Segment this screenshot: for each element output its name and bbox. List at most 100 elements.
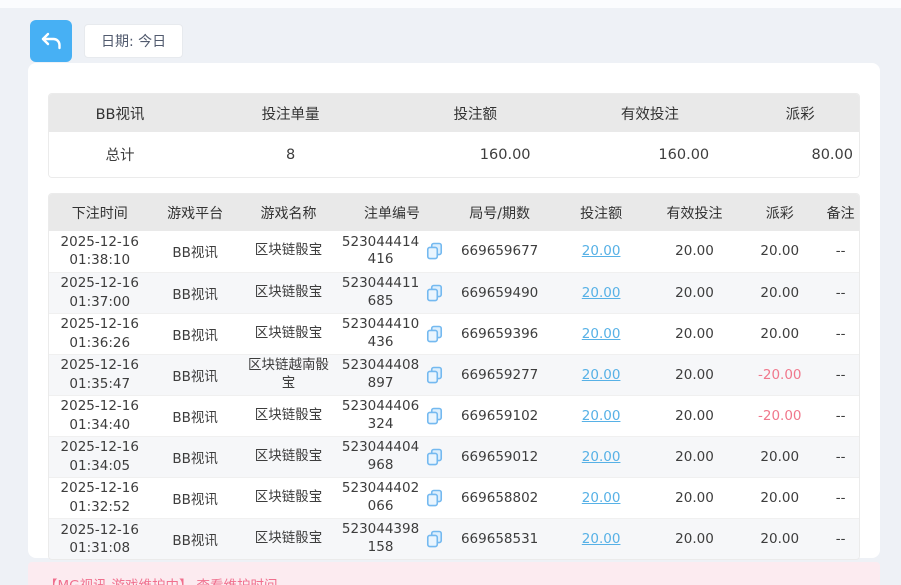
bet-amount-link[interactable]: 20.00 [582,243,621,259]
summary-table: BB视讯 投注单量 投注额 有效投注 派彩 总计 8 160.00 160.00… [48,93,860,178]
order-no-value: 523044404968 [341,439,421,474]
bet-amount-cell: 20.00 [552,313,649,354]
round-no-cell: 669659012 [447,436,553,477]
bet-amount-link[interactable]: 20.00 [582,490,621,506]
valid-bet-cell: 20.00 [650,313,739,354]
note-cell: -- [820,231,860,272]
note-cell: -- [820,354,860,395]
copy-icon[interactable] [425,447,444,467]
platform-cell: BB视讯 [151,313,240,354]
date-filter-chip[interactable]: 日期: 今日 [84,24,183,58]
summary-total-bet: 160.00 [390,132,561,177]
copy-icon[interactable] [425,324,444,344]
note-cell: -- [820,436,860,477]
round-no-cell: 669659102 [447,395,553,436]
valid-bet-cell: 20.00 [650,354,739,395]
bet-time-cell: 2025-12-16 01:35:47 [49,354,151,395]
order-no-value: 523044411685 [341,275,421,310]
col-header-note: 备注 [820,194,860,231]
summary-total-label: 总计 [49,132,191,177]
payout-cell: 20.00 [739,272,820,313]
order-no-cell: 523044408897 [337,354,447,395]
round-no-cell: 669659396 [447,313,553,354]
valid-bet-cell: 20.00 [650,436,739,477]
game-name-cell: 区块链骰宝 [240,231,337,272]
bet-amount-cell: 20.00 [552,272,649,313]
round-no-cell: 669659277 [447,354,553,395]
order-no-cell: 523044410436 [337,313,447,354]
table-row: 2025-12-16 01:36:26 BB视讯 区块链骰宝 523044410… [49,313,860,354]
summary-header-bet-count: 投注单量 [191,94,390,132]
payout-cell: 20.00 [739,436,820,477]
bet-amount-link[interactable]: 20.00 [582,326,621,342]
copy-icon[interactable] [425,406,444,426]
date-filter-label: 日期: 今日 [101,31,166,51]
copy-icon[interactable] [425,365,444,385]
copy-icon[interactable] [425,488,444,508]
bet-time-cell: 2025-12-16 01:31:08 [49,518,151,559]
back-button[interactable] [30,20,72,62]
summary-header-platform: BB视讯 [49,94,191,132]
copy-icon[interactable] [425,241,444,261]
back-arrow-icon [39,29,63,53]
order-no-value: 523044398158 [341,521,421,556]
toolbar: 日期: 今日 [30,20,183,62]
round-no-cell: 669659490 [447,272,553,313]
summary-total-valid: 160.00 [561,132,740,177]
bet-time-cell: 2025-12-16 01:32:52 [49,477,151,518]
records-header-row: 下注时间 游戏平台 游戏名称 注单编号 局号/期数 投注额 有效投注 派彩 备注 [49,194,860,231]
col-header-payout: 派彩 [739,194,820,231]
platform-cell: BB视讯 [151,231,240,272]
valid-bet-cell: 20.00 [650,272,739,313]
col-header-order-no: 注单编号 [337,194,447,231]
game-name-cell: 区块链骰宝 [240,395,337,436]
col-header-round-no: 局号/期数 [447,194,553,231]
copy-icon[interactable] [425,283,444,303]
table-row: 2025-12-16 01:34:05 BB视讯 区块链骰宝 523044404… [49,436,860,477]
bet-amount-link[interactable]: 20.00 [582,449,621,465]
table-row: 2025-12-16 01:38:10 BB视讯 区块链骰宝 523044414… [49,231,860,272]
records-body: 2025-12-16 01:38:10 BB视讯 区块链骰宝 523044414… [49,231,860,559]
valid-bet-cell: 20.00 [650,231,739,272]
col-header-bet-time: 下注时间 [49,194,151,231]
col-header-bet-amount: 投注额 [552,194,649,231]
game-name-cell: 区块链骰宝 [240,313,337,354]
top-strip [0,0,901,8]
order-no-value: 523044410436 [341,316,421,351]
valid-bet-cell: 20.00 [650,395,739,436]
note-cell: -- [820,477,860,518]
maintenance-link[interactable]: 查看维护时间 [196,574,277,585]
summary-header-payout: 派彩 [739,94,860,132]
maintenance-notice: 【MG视讯-游戏维护中】 [44,574,192,585]
platform-cell: BB视讯 [151,395,240,436]
order-no-value: 523044408897 [341,357,421,392]
maintenance-banner: 【MG视讯-游戏维护中】 查看维护时间 [28,562,880,585]
records-table: 下注时间 游戏平台 游戏名称 注单编号 局号/期数 投注额 有效投注 派彩 备注… [48,193,860,560]
order-no-cell: 523044406324 [337,395,447,436]
order-no-cell: 523044414416 [337,231,447,272]
summary-header-bet-amount: 投注额 [390,94,561,132]
bet-amount-cell: 20.00 [552,477,649,518]
valid-bet-cell: 20.00 [650,518,739,559]
col-header-platform: 游戏平台 [151,194,240,231]
col-header-valid-bet: 有效投注 [650,194,739,231]
bet-amount-link[interactable]: 20.00 [582,408,621,424]
game-name-cell: 区块链越南骰宝 [240,354,337,395]
platform-cell: BB视讯 [151,354,240,395]
bet-amount-link[interactable]: 20.00 [582,531,621,547]
note-cell: -- [820,395,860,436]
bet-amount-cell: 20.00 [552,395,649,436]
order-no-cell: 523044402066 [337,477,447,518]
note-cell: -- [820,313,860,354]
copy-icon[interactable] [425,529,444,549]
payout-cell: 20.00 [739,313,820,354]
table-row: 2025-12-16 01:31:08 BB视讯 区块链骰宝 523044398… [49,518,860,559]
table-row: 2025-12-16 01:37:00 BB视讯 区块链骰宝 523044411… [49,272,860,313]
order-no-value: 523044414416 [341,234,421,269]
bet-amount-link[interactable]: 20.00 [582,285,621,301]
bet-amount-link[interactable]: 20.00 [582,367,621,383]
payout-cell: 20.00 [739,231,820,272]
round-no-cell: 669658531 [447,518,553,559]
order-no-cell: 523044404968 [337,436,447,477]
bet-amount-cell: 20.00 [552,436,649,477]
